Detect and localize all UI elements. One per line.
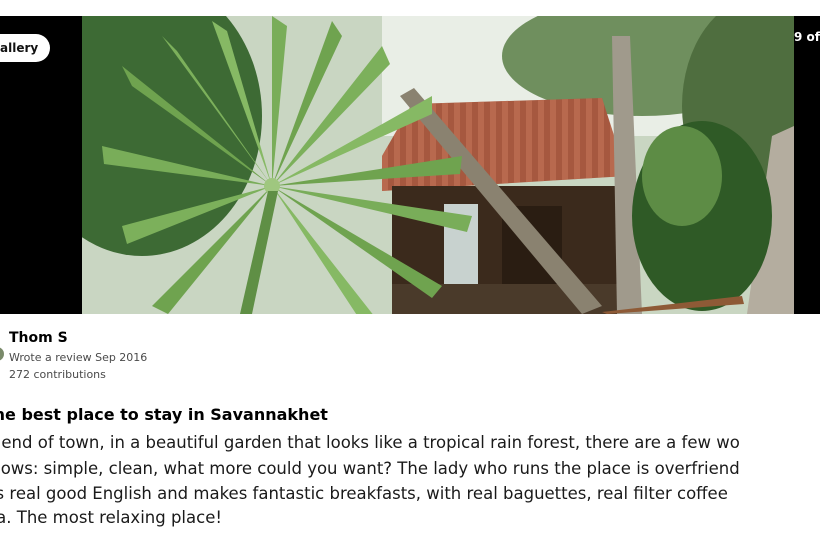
review-text-line: ea. The most relaxing place! [0, 508, 222, 527]
photo-counter: 9 of [794, 30, 820, 44]
gallery-button-label: allery [0, 41, 39, 55]
avatar[interactable] [0, 347, 4, 361]
review-text-line: e end of town, in a beautiful garden tha… [0, 433, 740, 452]
garden-bungalow-photo [82, 16, 794, 314]
review-photo[interactable] [82, 16, 794, 314]
review-text-line: ks real good English and makes fantastic… [0, 484, 728, 503]
gallery-button[interactable]: allery [0, 34, 51, 62]
review-page: allery 9 of Thom S Wrote a review Sep 20… [0, 0, 820, 560]
review-text-line: alows: simple, clean, what more could yo… [0, 459, 740, 478]
photo-gallery: allery 9 of [0, 16, 820, 314]
reviewer-name[interactable]: Thom S [9, 330, 68, 346]
review-title: the best place to stay in Savannakhet [0, 405, 328, 424]
contribution-count: 272 contributions [9, 368, 106, 381]
review-date: Wrote a review Sep 2016 [9, 351, 148, 364]
